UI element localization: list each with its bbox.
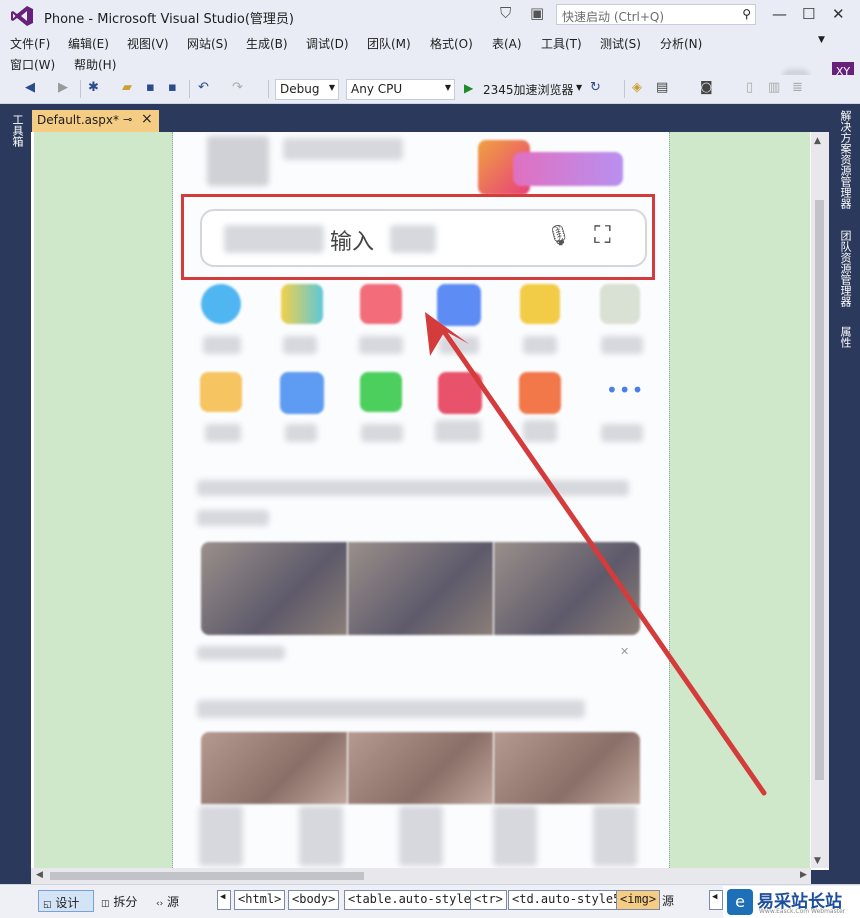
breadcrumb-img[interactable]: <img>	[616, 890, 660, 910]
breadcrumb-source[interactable]: 源	[660, 891, 676, 913]
scroll-up-icon[interactable]: ▲	[814, 136, 821, 146]
breadcrumb-tr[interactable]: <tr>	[470, 890, 507, 910]
breadcrumb-body[interactable]: <body>	[288, 890, 340, 910]
source-view-label: 源	[167, 895, 180, 909]
watermark-logo-icon: e	[727, 889, 753, 915]
arrow-shaft	[440, 327, 767, 796]
split-view-label: 拆分	[113, 895, 138, 909]
design-view-label: 设计	[55, 896, 80, 910]
design-view-button[interactable]: ◱ 设计	[38, 890, 94, 912]
breadcrumb-prev-button[interactable]: ◀	[217, 890, 231, 910]
scroll-down-icon[interactable]: ▼	[814, 856, 821, 866]
breadcrumb-table[interactable]: <table.auto-style1>	[344, 890, 490, 910]
scroll-left-icon[interactable]: ◀	[36, 870, 43, 880]
annotation-arrow	[425, 312, 767, 796]
watermark: e 易采站长站 Www.Easck.Com Webmaster	[723, 886, 860, 918]
vertical-scroll-thumb[interactable]	[815, 200, 824, 780]
horizontal-scroll-thumb[interactable]	[50, 872, 364, 880]
breadcrumb-next-button[interactable]: ◀	[709, 890, 723, 910]
watermark-subtitle: Www.Easck.Com Webmaster	[759, 908, 846, 915]
breadcrumb-td[interactable]: <td.auto-style5>	[508, 890, 632, 910]
scroll-right-icon[interactable]: ▶	[800, 870, 807, 880]
source-icon: ‹›	[156, 899, 164, 909]
split-icon: ◫	[101, 899, 110, 909]
design-icon: ◱	[43, 900, 52, 910]
breadcrumb-html[interactable]: <html>	[234, 890, 286, 910]
source-view-button[interactable]: ‹› 源	[152, 890, 183, 912]
split-view-button[interactable]: ◫ 拆分	[97, 890, 141, 912]
